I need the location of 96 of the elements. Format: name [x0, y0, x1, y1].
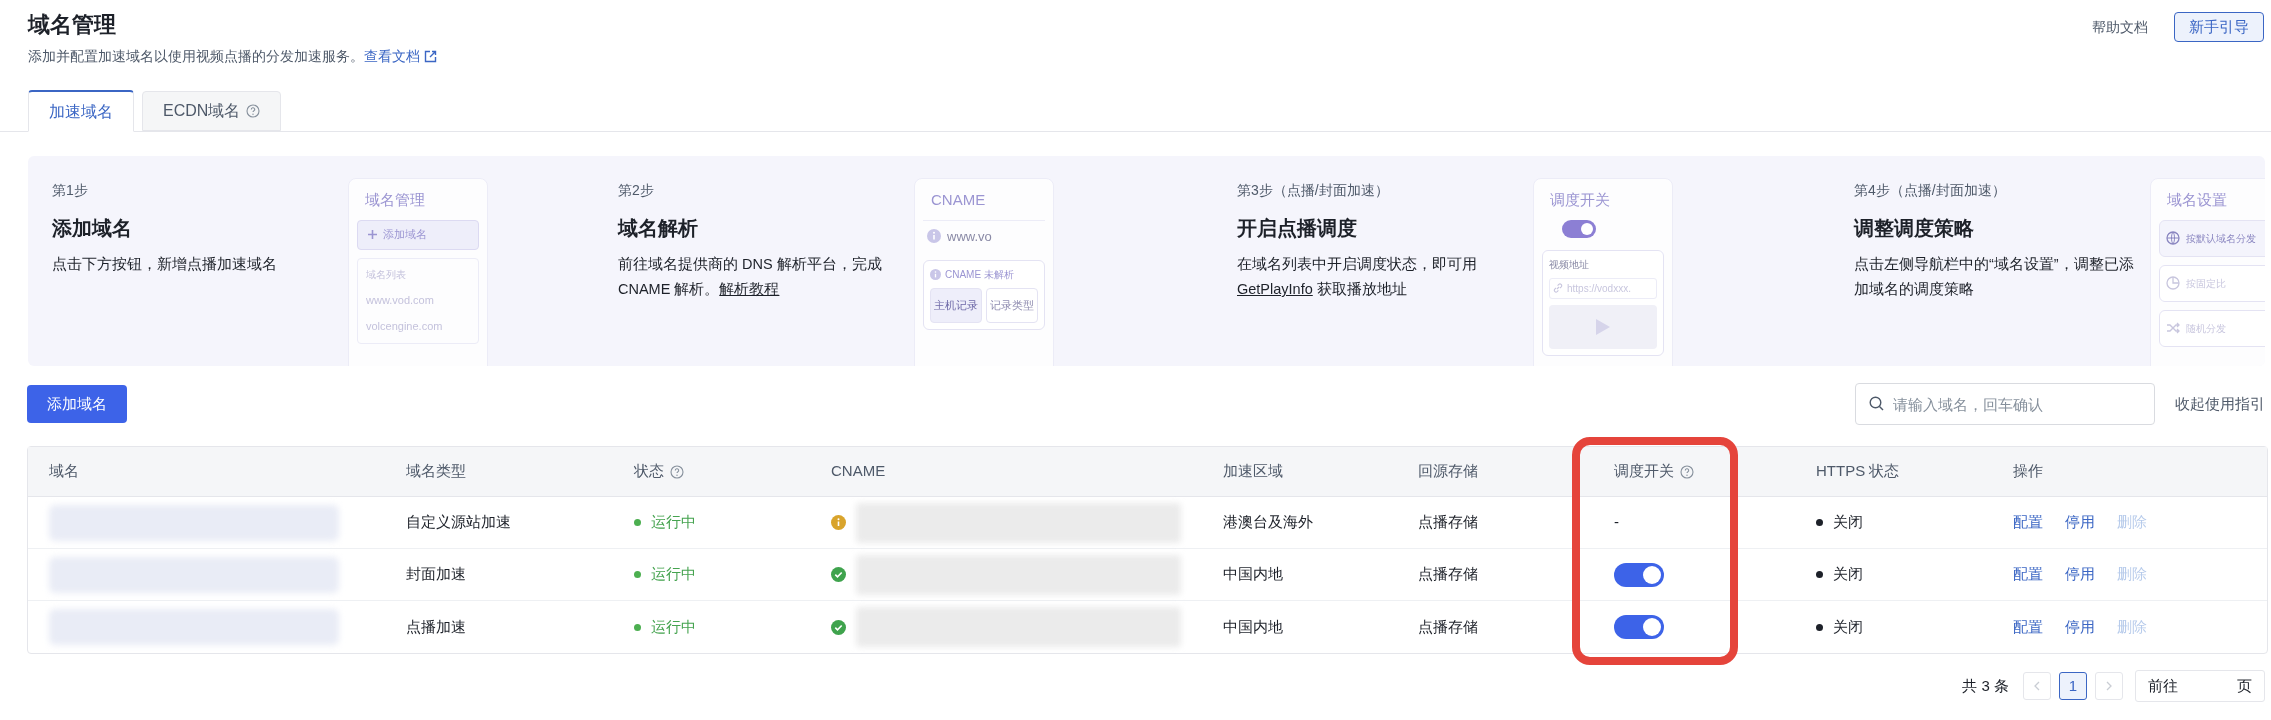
link-icon	[1553, 283, 1563, 293]
column-header: 加速区域	[1223, 461, 1283, 482]
shuffle-icon	[2166, 321, 2180, 335]
option-label: 按默认域名分发	[2186, 231, 2256, 246]
step-title: 添加域名	[52, 216, 133, 241]
table-cell-text: 封面加速	[406, 564, 467, 585]
illustration-title: 域名管理	[364, 190, 426, 210]
illustration-text: www.vo	[947, 227, 992, 246]
toggle-switch[interactable]	[1614, 562, 1664, 587]
status-dot-icon	[634, 571, 641, 578]
info-icon	[927, 229, 941, 244]
search-icon	[1869, 396, 1884, 411]
step-label: 第4步（点播/封面加速）	[1854, 181, 2007, 200]
column-header: 回源存储	[1418, 461, 1478, 482]
table-cell-text: 点播存储	[1418, 616, 1479, 637]
tab[interactable]: ECDN域名	[142, 91, 282, 131]
chevron-right-icon	[2106, 681, 2112, 691]
goto-page-field[interactable]: 前往 页	[2135, 670, 2265, 702]
help-icon	[670, 464, 684, 479]
table-cell-text: 点播存储	[1418, 564, 1479, 585]
column-header: 操作	[2013, 461, 2043, 482]
list-item: www.vod.com	[366, 292, 435, 308]
step-label: 第2步	[618, 181, 655, 200]
status-dot-icon	[634, 623, 641, 631]
search-field[interactable]: 请输入域名，回车确认	[1855, 383, 2155, 425]
doc-link[interactable]: 解析教程	[719, 281, 780, 297]
doc-link[interactable]: GetPlayInfo	[1237, 281, 1313, 297]
step-description: 点击左侧导航栏中的“域名设置”，调整已添加域名的调度策略	[1854, 255, 2134, 299]
tab[interactable]: 加速域名	[28, 90, 134, 132]
action-link[interactable]: 配置	[2013, 511, 2043, 534]
step-title: 开启点播调度	[1237, 216, 1358, 241]
table-cell-text: -	[1614, 512, 1619, 533]
goto-label: 前往	[2148, 675, 2178, 696]
step-description: 前往域名提供商的 DNS 解析平台，完成 CNAME 解析。解析教程	[618, 255, 883, 299]
status-dot-icon	[1816, 519, 1823, 526]
status-dot-icon	[634, 519, 641, 526]
info-icon	[930, 269, 941, 280]
illustration-title: 域名设置	[2166, 190, 2228, 210]
table-cell-text: 点播加速	[406, 616, 467, 637]
external-link-icon	[424, 49, 437, 63]
column-header: 状态	[634, 461, 664, 482]
table-cell-text: 点播存储	[1418, 512, 1479, 533]
table-cell-text: 港澳台及海外	[1223, 512, 1314, 533]
status-dot-icon	[1816, 623, 1823, 631]
card-title: 视频地址	[1549, 257, 1590, 272]
help-docs-link[interactable]: 帮助文档	[2092, 16, 2148, 38]
table-cell-text: 中国内地	[1223, 616, 1284, 637]
step-label: 第1步	[52, 181, 89, 200]
status-text: 运行中	[651, 512, 696, 533]
table-cell-text: 中国内地	[1223, 564, 1284, 585]
collapse-guide-link[interactable]: 收起使用指引	[2175, 392, 2265, 416]
page-subtitle: 添加并配置加速域名以使用视频点播的分发加速服务。	[28, 47, 364, 66]
page-title: 域名管理	[28, 11, 117, 39]
list-item: volcengine.com	[366, 319, 444, 334]
table-cell-text: 关闭	[1833, 512, 1863, 533]
page-unit-label: 页	[2237, 675, 2252, 696]
globe-icon	[2166, 231, 2180, 245]
column-header: HTTPS 状态	[1816, 461, 1900, 482]
illustration-title: 调度开关	[1549, 190, 1611, 210]
column-header: 调度开关	[1614, 461, 1674, 482]
field-chip: 记录类型	[986, 288, 1038, 323]
plus-icon	[368, 230, 377, 239]
action-link[interactable]: 停用	[2065, 511, 2095, 534]
column-header: 域名类型	[406, 461, 466, 482]
doc-link[interactable]: 查看文档	[364, 46, 437, 66]
step-label: 第3步（点播/封面加速）	[1237, 181, 1390, 200]
action-link[interactable]: 配置	[2013, 563, 2043, 586]
table-cell-text: 自定义源站加速	[406, 512, 512, 533]
step-title: 调整调度策略	[1854, 216, 1975, 241]
field-chip: 主机记录	[930, 288, 982, 323]
help-icon	[246, 104, 261, 118]
status-text: 运行中	[651, 564, 696, 585]
step-title: 域名解析	[618, 216, 699, 241]
guide-button[interactable]: 新手引导	[2174, 12, 2264, 42]
card-title: CNAME 未解析	[945, 268, 1014, 282]
url-text: https://vodxxx.	[1567, 281, 1631, 296]
table-cell-text: 关闭	[1833, 616, 1863, 637]
table-cell-text: 关闭	[1833, 564, 1863, 585]
action-link[interactable]: 停用	[2065, 615, 2095, 639]
column-header: CNAME	[831, 461, 886, 482]
add-domain-button[interactable]: 添加域名	[27, 385, 127, 423]
total-count: 共 3 条	[1962, 675, 2009, 696]
illustration-title: CNAME	[930, 190, 987, 210]
action-link[interactable]: 停用	[2065, 563, 2095, 586]
status-text: 运行中	[651, 616, 696, 637]
page-button[interactable]: 1	[2059, 672, 2087, 700]
play-icon	[1596, 318, 1610, 335]
chevron-left-icon	[2034, 681, 2040, 691]
pie-chart-icon	[2166, 276, 2180, 290]
action-link[interactable]: 配置	[2013, 615, 2043, 639]
status-dot-icon	[1816, 571, 1823, 578]
toggle-switch[interactable]	[1614, 615, 1664, 639]
help-icon	[1680, 464, 1694, 479]
step-description: 点击下方按钮，新增点播加速域名	[52, 255, 278, 274]
column-header: 域名	[49, 461, 79, 482]
step-description: 在域名列表中开启调度状态，即可用 GetPlayInfo 获取播放地址	[1237, 255, 1478, 299]
